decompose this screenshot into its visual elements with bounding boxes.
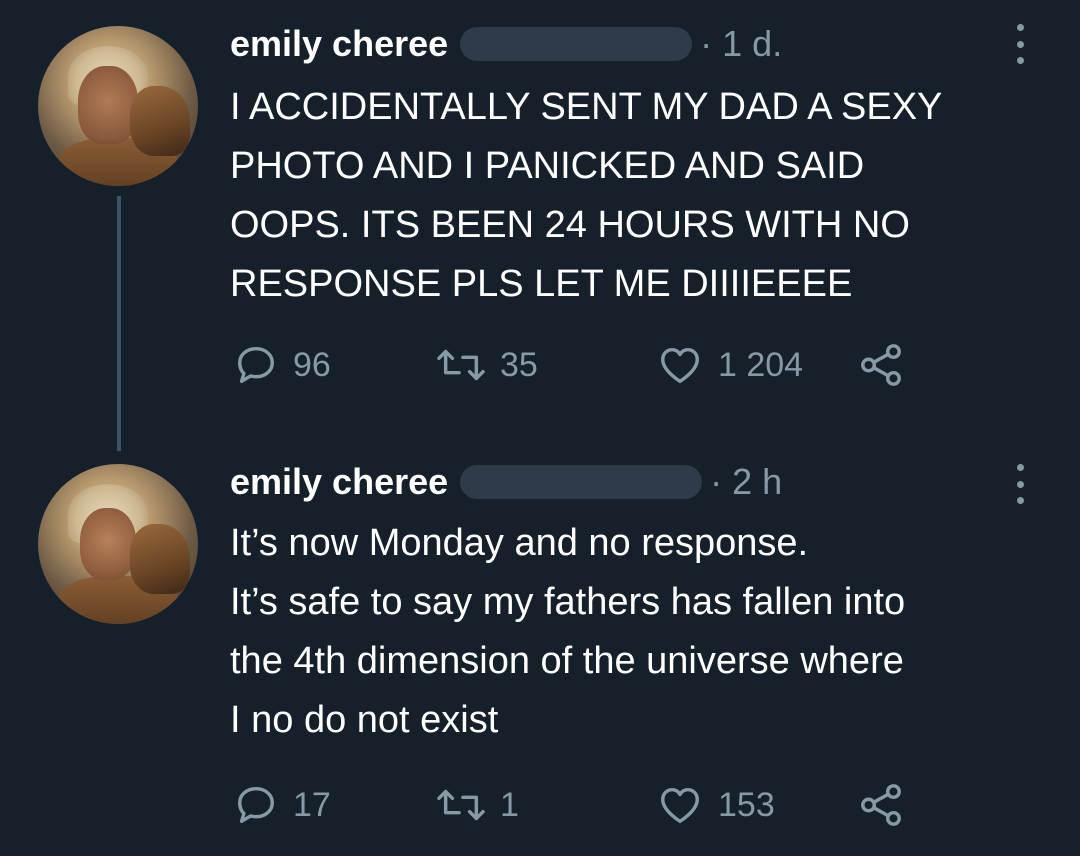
like-button[interactable]: 153 xyxy=(656,782,775,828)
reply-icon xyxy=(237,786,275,824)
avatar[interactable] xyxy=(38,26,198,186)
more-icon xyxy=(1016,24,1024,31)
tweet-text: It’s now Monday and no response. It’s sa… xyxy=(230,522,906,741)
tweet-text: I ACCIDENTALLY SENT MY DAD A SEXY PHOTO … xyxy=(230,86,943,305)
reply-count: 17 xyxy=(293,785,331,824)
tweet-header: emily cheree · 2 h xyxy=(230,460,782,504)
more-icon xyxy=(1016,464,1024,471)
like-count: 1 204 xyxy=(718,345,804,384)
author-name[interactable]: emily cheree xyxy=(230,23,448,65)
like-count: 153 xyxy=(718,785,775,824)
retweet-button[interactable]: 1 xyxy=(436,782,519,828)
tweet-1[interactable]: emily cheree · 1 d. I ACCIDENTALLY SENT … xyxy=(0,0,1080,456)
author-name[interactable]: emily cheree xyxy=(230,461,448,503)
redacted-handle xyxy=(460,465,703,499)
reply-icon xyxy=(237,346,275,384)
reply-count: 96 xyxy=(293,345,331,384)
tweet-actions: 17 1 153 xyxy=(233,782,933,832)
heart-icon xyxy=(661,787,699,824)
timestamp[interactable]: · 1 d. xyxy=(700,23,782,65)
retweet-count: 1 xyxy=(500,785,519,824)
share-button[interactable] xyxy=(858,782,904,828)
retweet-icon xyxy=(437,349,485,381)
share-icon xyxy=(861,784,901,826)
thread-line xyxy=(117,196,121,451)
retweet-button[interactable]: 35 xyxy=(436,342,538,388)
tweet-actions: 96 35 1 204 xyxy=(233,342,933,392)
redacted-handle xyxy=(460,27,693,61)
retweet-count: 35 xyxy=(500,345,538,384)
reply-button[interactable]: 96 xyxy=(233,342,331,388)
share-icon xyxy=(861,344,901,386)
share-button[interactable] xyxy=(858,342,904,388)
tweet-2[interactable]: emily cheree · 2 h It’s now Monday and n… xyxy=(0,456,1080,856)
tweet-header: emily cheree · 1 d. xyxy=(230,22,782,66)
more-options-button[interactable] xyxy=(1010,24,1030,64)
avatar[interactable] xyxy=(38,464,198,624)
retweet-icon xyxy=(437,789,485,821)
reply-button[interactable]: 17 xyxy=(233,782,331,828)
heart-icon xyxy=(661,347,699,384)
like-button[interactable]: 1 204 xyxy=(656,342,803,388)
timestamp[interactable]: · 2 h xyxy=(710,461,782,503)
more-options-button[interactable] xyxy=(1010,464,1030,504)
